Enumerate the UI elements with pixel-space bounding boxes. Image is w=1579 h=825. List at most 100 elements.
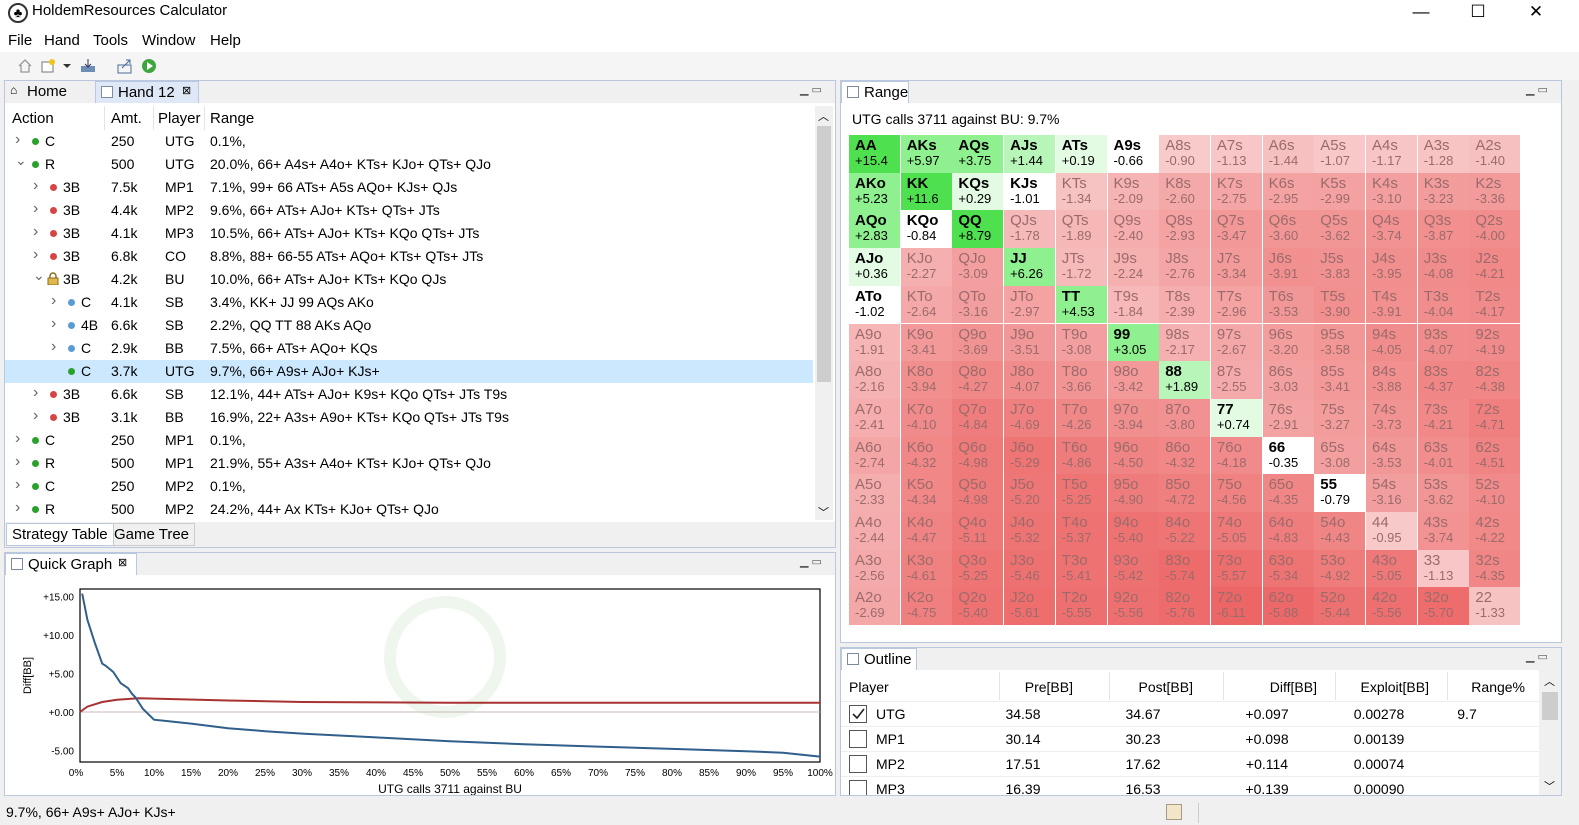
tab-strategy-table[interactable]: Strategy Table	[6, 523, 114, 546]
hand-cell[interactable]: Q6s -3.60	[1262, 210, 1314, 249]
outline-col-header[interactable]: Player	[849, 679, 889, 695]
hand-cell[interactable]: 77 +0.74	[1210, 398, 1262, 437]
expand-chevron-icon[interactable]: ›	[15, 131, 25, 149]
hand-cell[interactable]: 72s -4.71	[1469, 398, 1521, 437]
hand-cell[interactable]: 86s -3.03	[1262, 361, 1314, 399]
table-row[interactable]: C 3.7k UTG 9.7%, 66+ A9s+ AJo+ KJs+	[5, 360, 813, 383]
minimize-view-icon[interactable]: ▁ ▭	[1526, 650, 1548, 663]
hand-cell[interactable]: Q7s -3.47	[1210, 210, 1262, 249]
collapse-chevron-icon[interactable]: ⌄	[33, 267, 45, 284]
hand-cell[interactable]: J2s -4.21	[1469, 248, 1521, 286]
row-checkbox[interactable]	[849, 705, 867, 723]
hand-cell[interactable]: 62o -5.88	[1262, 587, 1314, 626]
expand-chevron-icon[interactable]: ›	[15, 453, 25, 471]
hand-cell[interactable]: T3s -4.04	[1417, 285, 1469, 324]
hand-cell[interactable]: 65s -3.08	[1314, 436, 1366, 475]
hand-cell[interactable]: 52s -4.10	[1469, 474, 1521, 512]
hand-cell[interactable]: AJs +1.44	[1004, 135, 1056, 173]
hand-cell[interactable]: 95o -4.90	[1107, 474, 1159, 512]
hand-cell[interactable]: A9s -0.66	[1107, 135, 1159, 173]
hand-cell[interactable]: Q9o -3.69	[952, 323, 1004, 362]
hand-cell[interactable]: QTs -1.89	[1055, 210, 1107, 249]
hand-cell[interactable]: K6s -2.95	[1262, 172, 1314, 211]
hand-cell[interactable]: J3o -5.46	[1004, 549, 1056, 588]
hand-cell[interactable]: TT +4.53	[1055, 285, 1107, 324]
hand-cell[interactable]: J7s -3.34	[1210, 248, 1262, 286]
expand-chevron-icon[interactable]: ›	[33, 407, 43, 425]
scroll-thumb[interactable]	[817, 126, 831, 382]
table-row[interactable]: › 3B 4.1k MP3 10.5%, 66+ ATs+ AJo+ KTs+ KQo …	[5, 222, 813, 245]
new-hand-icon[interactable]	[40, 58, 56, 74]
hand-cell[interactable]: 83s -4.37	[1417, 361, 1469, 399]
hand-cell[interactable]: J5o -5.20	[1004, 474, 1056, 512]
hand-cell[interactable]: 72o -6.11	[1210, 587, 1262, 626]
hand-cell[interactable]: T6s -3.53	[1262, 285, 1314, 324]
hand-cell[interactable]: AA +15.4	[849, 135, 900, 173]
outline-row[interactable]: UTG 34.58 34.67 +0.097 0.00278 9.7	[841, 701, 1539, 726]
hand-cell[interactable]: 52o -5.44	[1314, 587, 1366, 626]
hand-cell[interactable]: J9s -2.24	[1107, 248, 1159, 286]
table-row[interactable]: › C 250 MP2 0.1%,	[5, 475, 813, 498]
table-row[interactable]: › C 4.1k SB 3.4%, KK+ JJ 99 AQs AKo	[5, 291, 813, 314]
expand-chevron-icon[interactable]: ›	[15, 430, 25, 448]
hand-cell[interactable]: T5s -3.90	[1314, 285, 1366, 324]
expand-chevron-icon[interactable]: ›	[33, 223, 43, 241]
hand-cell[interactable]: T2s -4.17	[1469, 285, 1521, 324]
hand-cell[interactable]: T2o -5.55	[1055, 587, 1107, 626]
hand-cell[interactable]: 75o -4.56	[1210, 474, 1262, 512]
hand-cell[interactable]: AKs +5.97	[900, 135, 952, 173]
hand-cell[interactable]: Q2o -5.40	[952, 587, 1004, 626]
export-icon[interactable]	[117, 58, 133, 74]
hand-cell[interactable]: K6o -4.32	[900, 436, 952, 475]
hand-cell[interactable]: A4o -2.44	[849, 512, 900, 550]
hand-cell[interactable]: Q7o -4.84	[952, 398, 1004, 437]
hand-cell[interactable]: 73o -5.57	[1210, 549, 1262, 588]
tab-game-tree[interactable]: Game Tree	[109, 523, 196, 546]
hand-cell[interactable]: 54o -4.43	[1314, 512, 1366, 550]
expand-chevron-icon[interactable]: ›	[51, 338, 61, 356]
hand-cell[interactable]: J3s -4.08	[1417, 248, 1469, 286]
expand-chevron-icon[interactable]: ›	[33, 200, 43, 218]
hand-cell[interactable]: 64o -4.83	[1262, 512, 1314, 550]
menu-window[interactable]: Window	[142, 32, 195, 49]
hand-cell[interactable]: 93o -5.42	[1107, 549, 1159, 588]
hand-cell[interactable]: 33 -1.13	[1417, 549, 1469, 588]
table-row[interactable]: ⌄ R 500 UTG 20.0%, 66+ A4s+ A4o+ KTs+ KJo+ Q…	[5, 152, 813, 176]
hand-cell[interactable]: QJs -1.78	[1004, 210, 1056, 249]
hand-cell[interactable]: A8o -2.16	[849, 361, 900, 399]
hand-cell[interactable]: J8o -4.07	[1004, 361, 1056, 399]
hand-cell[interactable]: QJo -3.09	[952, 248, 1004, 286]
hand-cell[interactable]: A5o -2.33	[849, 474, 900, 512]
scroll-down-icon[interactable]: ﹀	[818, 504, 829, 520]
hand-cell[interactable]: 92s -4.19	[1469, 323, 1521, 362]
hand-cell[interactable]: JTo -2.97	[1004, 285, 1056, 324]
hand-cell[interactable]: Q8s -2.93	[1159, 210, 1211, 249]
hand-cell[interactable]: 44 -0.95	[1366, 512, 1417, 550]
hand-cell[interactable]: 62s -4.51	[1469, 436, 1521, 475]
outline-col-header[interactable]: Diff[BB]	[1237, 679, 1317, 695]
hand-cell[interactable]: K8o -3.94	[900, 361, 952, 399]
tab-hand-12[interactable]: Hand 12 ⊠	[95, 81, 199, 103]
hand-cell[interactable]: T8o -3.66	[1055, 361, 1107, 399]
menu-file[interactable]: File	[8, 32, 32, 49]
menu-tools[interactable]: Tools	[93, 32, 128, 49]
hand-cell[interactable]: 94s -4.05	[1366, 323, 1417, 362]
outline-col-header[interactable]: Exploit[BB]	[1349, 679, 1429, 695]
hand-cell[interactable]: J6s -3.91	[1262, 248, 1314, 286]
hand-cell[interactable]: J4o -5.32	[1004, 512, 1056, 550]
hand-cell[interactable]: KQs +0.29	[952, 172, 1004, 211]
scroll-up-icon[interactable]: ︿	[818, 108, 829, 124]
hand-cell[interactable]: Q9s -2.40	[1107, 210, 1159, 249]
hand-cell[interactable]: A3o -2.56	[849, 549, 900, 588]
hand-cell[interactable]: 73s -4.21	[1417, 398, 1469, 437]
hand-cell[interactable]: 74o -5.05	[1210, 512, 1262, 550]
col-header-action[interactable]: Action	[12, 110, 54, 127]
menu-help[interactable]: Help	[210, 32, 241, 49]
table-row[interactable]: › C 2.9k BB 7.5%, 66+ ATs+ AQo+ KQs	[5, 337, 813, 360]
hand-cell[interactable]: 65o -4.35	[1262, 474, 1314, 512]
hand-cell[interactable]: 55 -0.79	[1314, 474, 1366, 512]
outline-col-header[interactable]: Pre[BB]	[993, 679, 1073, 695]
hand-cell[interactable]: 43s -3.74	[1417, 512, 1469, 550]
hand-cell[interactable]: 82s -4.38	[1469, 361, 1521, 399]
hand-cell[interactable]: 42o -5.56	[1366, 587, 1417, 626]
